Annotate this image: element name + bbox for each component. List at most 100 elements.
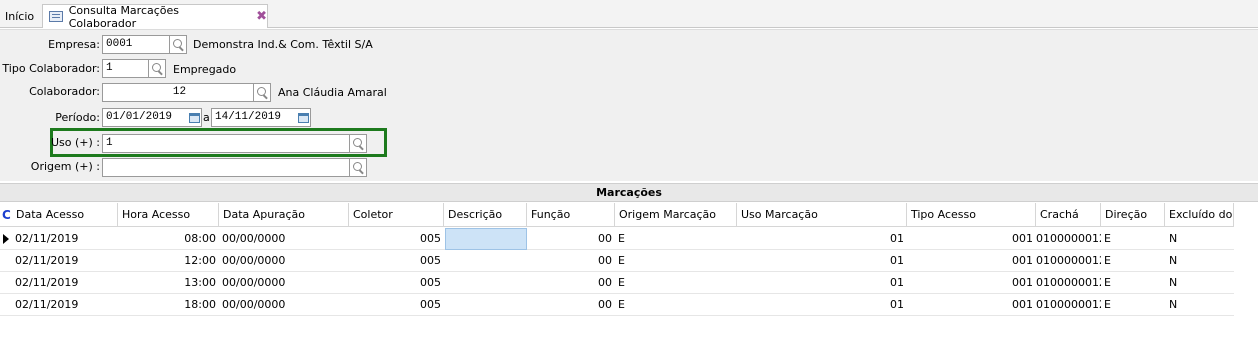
cell-descricao[interactable] [445,250,527,272]
cell-data-apuracao[interactable]: 00/00/0000 [219,250,349,272]
cell-data-apuracao[interactable]: 00/00/0000 [219,228,349,250]
cell-coletor[interactable]: 005 [349,228,444,250]
current-row-indicator-icon [3,234,9,244]
empresa-description: Demonstra Ind.& Com. Têxtil S/A [193,38,373,51]
tipo-colaborador-description: Empregado [173,63,237,76]
close-icon[interactable]: ✖ [256,9,267,24]
origem-label: Origem (+) : [30,160,100,173]
cell-excluido[interactable]: N [1166,294,1234,316]
table-row[interactable]: 02/11/2019 13:00 00/00/0000 005 00 E 01 … [0,272,1234,294]
periodo-separator: a [203,111,210,124]
cell-hora-acesso[interactable]: 18:00 [118,294,219,316]
cell-funcao[interactable]: 00 [527,250,615,272]
column-header-hora-acesso[interactable]: Hora Acesso [118,203,219,227]
tipo-colaborador-label: Tipo Colaborador: [2,62,100,75]
cell-uso-marcacao[interactable]: 01 [737,272,907,294]
cell-direcao[interactable]: E [1101,228,1165,250]
cell-origem-marcacao[interactable]: E [615,294,737,316]
column-header-data-acesso[interactable]: Data Acesso [12,203,118,227]
cell-hora-acesso[interactable]: 08:00 [118,228,219,250]
calendar-icon [188,112,200,123]
cell-direcao[interactable]: E [1101,250,1165,272]
cell-funcao[interactable]: 00 [527,272,615,294]
cell-hora-acesso[interactable]: 12:00 [118,250,219,272]
periodo-start-calendar-button[interactable] [187,110,201,125]
origem-input[interactable] [102,158,350,177]
cell-hora-acesso[interactable]: 13:00 [118,272,219,294]
cell-excluido[interactable]: N [1166,228,1234,250]
cell-funcao[interactable]: 00 [527,228,615,250]
grid-title: Marcações [0,183,1258,202]
empresa-label: Empresa: [48,38,100,51]
cell-cracha[interactable]: 0100000012 [1033,228,1101,250]
cell-uso-marcacao[interactable]: 01 [737,250,907,272]
cell-data-apuracao[interactable]: 00/00/0000 [219,272,349,294]
column-header-uso-marcacao[interactable]: Uso Marcação [737,203,907,227]
magnifier-icon [151,63,161,72]
periodo-end-calendar-button[interactable] [296,110,310,125]
cell-cracha[interactable]: 0100000012 [1033,294,1101,316]
column-header-descricao[interactable]: Descrição [444,203,527,227]
colaborador-input[interactable]: 12 [102,83,254,102]
table-row[interactable]: 02/11/2019 08:00 00/00/0000 005 00 E 01 … [0,228,1234,250]
table-row[interactable]: 02/11/2019 12:00 00/00/0000 005 00 E 01 … [0,250,1234,272]
cell-uso-marcacao[interactable]: 01 [737,294,907,316]
column-header-cracha[interactable]: Crachá [1036,203,1101,227]
tab-inicio-label: Início [5,9,35,23]
cell-descricao[interactable] [445,272,527,294]
cell-coletor[interactable]: 005 [349,294,444,316]
column-header-excluido[interactable]: Excluído do [1165,203,1234,227]
magnifier-icon [352,138,362,147]
cell-direcao[interactable]: E [1101,272,1165,294]
tab-inicio[interactable]: Início [0,4,40,28]
cell-cracha[interactable]: 0100000012 [1033,250,1101,272]
cell-cracha[interactable]: 0100000012 [1033,272,1101,294]
cell-origem-marcacao[interactable]: E [615,272,737,294]
colaborador-description: Ana Cláudia Amaral [278,86,387,99]
grid-header: C Data Acesso Hora Acesso Data Apuração … [0,203,1234,227]
empresa-lookup-button[interactable] [169,35,187,54]
tab-consulta-marcacoes[interactable]: Consulta Marcações Colaborador ✖ [42,3,268,30]
cell-origem-marcacao[interactable]: E [615,228,737,250]
origem-lookup-button[interactable] [349,158,367,177]
cell-excluido[interactable]: N [1166,272,1234,294]
column-header-coletor[interactable]: Coletor [349,203,444,227]
cell-data-acesso[interactable]: 02/11/2019 [12,250,118,272]
cell-tipo-acesso[interactable]: 001 [907,228,1036,250]
tab-bar: Início Consulta Marcações Colaborador ✖ [0,0,1258,30]
tipo-colaborador-input[interactable]: 1 [102,59,150,78]
empresa-input[interactable]: 0001 [102,35,170,54]
column-header-origem-marcacao[interactable]: Origem Marcação [615,203,737,227]
tipo-colaborador-lookup-button[interactable] [148,59,166,78]
cell-origem-marcacao[interactable]: E [615,250,737,272]
cell-tipo-acesso[interactable]: 001 [907,272,1036,294]
colaborador-label: Colaborador: [29,85,100,98]
cell-data-acesso[interactable]: 02/11/2019 [12,272,118,294]
cell-tipo-acesso[interactable]: 001 [907,250,1036,272]
cell-uso-marcacao[interactable]: 01 [737,228,907,250]
column-header-funcao[interactable]: Função [527,203,615,227]
grid-corner-button[interactable]: C [0,203,12,227]
cell-descricao[interactable] [445,228,527,250]
cell-coletor[interactable]: 005 [349,272,444,294]
cell-funcao[interactable]: 00 [527,294,615,316]
column-header-data-apuracao[interactable]: Data Apuração [219,203,349,227]
uso-input[interactable]: 1 [102,134,350,153]
magnifier-icon [352,162,362,171]
column-header-direcao[interactable]: Direção [1101,203,1165,227]
column-header-tipo-acesso[interactable]: Tipo Acesso [907,203,1036,227]
tab-consulta-marcacoes-label: Consulta Marcações Colaborador [68,3,180,30]
cell-excluido[interactable]: N [1166,250,1234,272]
cell-data-apuracao[interactable]: 00/00/0000 [219,294,349,316]
form-icon [49,11,63,22]
cell-coletor[interactable]: 005 [349,250,444,272]
cell-tipo-acesso[interactable]: 001 [907,294,1036,316]
uso-lookup-button[interactable] [349,134,367,153]
table-row[interactable]: 02/11/2019 18:00 00/00/0000 005 00 E 01 … [0,294,1234,316]
cell-data-acesso[interactable]: 02/11/2019 [12,228,118,250]
cell-descricao[interactable] [445,294,527,316]
cell-data-acesso[interactable]: 02/11/2019 [12,294,118,316]
periodo-label: Período: [55,111,100,124]
cell-direcao[interactable]: E [1101,294,1165,316]
colaborador-lookup-button[interactable] [253,83,271,102]
